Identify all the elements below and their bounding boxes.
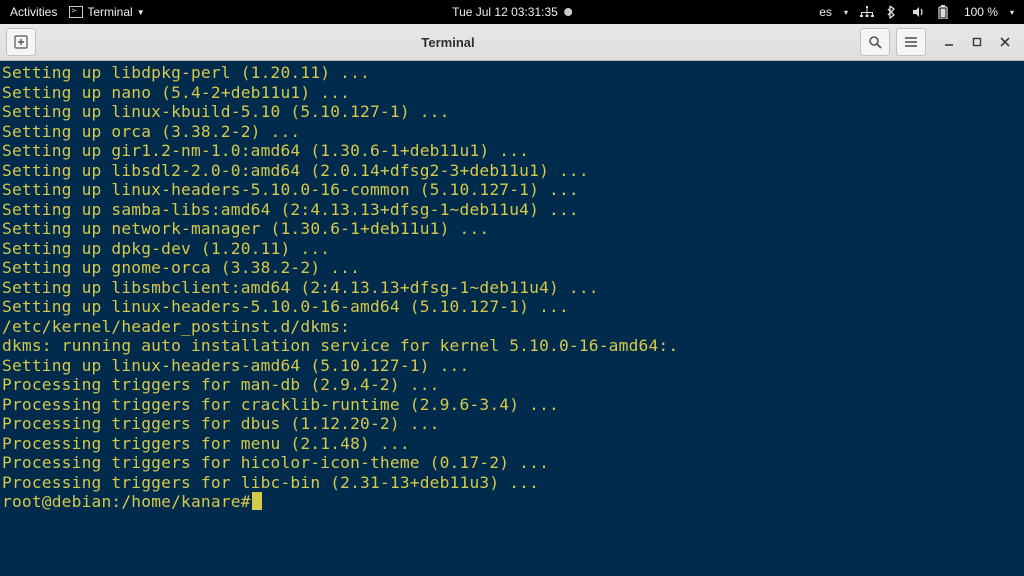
terminal-line: Processing triggers for hicolor-icon-the… bbox=[2, 453, 1022, 473]
window-title: Terminal bbox=[42, 35, 854, 50]
clock[interactable]: Tue Jul 12 03:31:35 bbox=[452, 5, 572, 19]
terminal-line: Setting up gir1.2-nm-1.0:amd64 (1.30.6-1… bbox=[2, 141, 1022, 161]
terminal-line: Setting up linux-kbuild-5.10 (5.10.127-1… bbox=[2, 102, 1022, 122]
terminal-line: Processing triggers for dbus (1.12.20-2)… bbox=[2, 414, 1022, 434]
cursor bbox=[252, 492, 262, 510]
new-tab-button[interactable] bbox=[6, 28, 36, 56]
prompt-symbol: # bbox=[241, 492, 251, 511]
terminal-line: Processing triggers for cracklib-runtime… bbox=[2, 395, 1022, 415]
app-menu[interactable]: Terminal ▼ bbox=[69, 5, 144, 19]
battery-icon bbox=[938, 5, 952, 19]
terminal-line: Setting up libsmbclient:amd64 (2:4.13.13… bbox=[2, 278, 1022, 298]
terminal-line: Setting up libdpkg-perl (1.20.11) ... bbox=[2, 63, 1022, 83]
input-language-indicator[interactable]: es bbox=[819, 5, 832, 19]
system-tray[interactable]: es ▾ 100 % ▾ bbox=[819, 5, 1014, 19]
search-button[interactable] bbox=[860, 28, 890, 56]
window-titlebar: Terminal bbox=[0, 24, 1024, 61]
terminal-output: Setting up libdpkg-perl (1.20.11) ...Set… bbox=[2, 63, 1022, 492]
prompt-line: root@debian:/home/kanare# bbox=[2, 492, 1022, 512]
prompt-user-host: root@debian bbox=[2, 492, 111, 511]
close-button[interactable] bbox=[992, 28, 1018, 56]
clock-text: Tue Jul 12 03:31:35 bbox=[452, 5, 558, 19]
terminal-line: Setting up nano (5.4-2+deb11u1) ... bbox=[2, 83, 1022, 103]
prompt-path: /home/kanare bbox=[121, 492, 240, 511]
terminal-line: Setting up dpkg-dev (1.20.11) ... bbox=[2, 239, 1022, 259]
notification-dot-icon bbox=[564, 8, 572, 16]
terminal-line: /etc/kernel/header_postinst.d/dkms: bbox=[2, 317, 1022, 337]
terminal-line: Setting up linux-headers-amd64 (5.10.127… bbox=[2, 356, 1022, 376]
chevron-down-icon: ▾ bbox=[1010, 8, 1014, 17]
terminal-line: Setting up linux-headers-5.10.0-16-commo… bbox=[2, 180, 1022, 200]
terminal-app-icon bbox=[69, 6, 83, 18]
terminal-line: Processing triggers for menu (2.1.48) ..… bbox=[2, 434, 1022, 454]
terminal-line: Setting up linux-headers-5.10.0-16-amd64… bbox=[2, 297, 1022, 317]
terminal-line: Setting up gnome-orca (3.38.2-2) ... bbox=[2, 258, 1022, 278]
maximize-button[interactable] bbox=[964, 28, 990, 56]
chevron-down-icon: ▾ bbox=[844, 8, 848, 17]
volume-icon bbox=[912, 6, 926, 18]
terminal-line: Setting up libsdl2-2.0-0:amd64 (2.0.14+d… bbox=[2, 161, 1022, 181]
terminal-line: Setting up network-manager (1.30.6-1+deb… bbox=[2, 219, 1022, 239]
terminal-viewport[interactable]: Setting up libdpkg-perl (1.20.11) ...Set… bbox=[0, 61, 1024, 576]
hamburger-menu-button[interactable] bbox=[896, 28, 926, 56]
activities-button[interactable]: Activities bbox=[10, 5, 57, 19]
terminal-line: Setting up orca (3.38.2-2) ... bbox=[2, 122, 1022, 142]
terminal-line: Processing triggers for libc-bin (2.31-1… bbox=[2, 473, 1022, 493]
battery-percent-label: 100 % bbox=[964, 5, 998, 19]
app-menu-label: Terminal bbox=[87, 5, 132, 19]
terminal-line: Processing triggers for man-db (2.9.4-2)… bbox=[2, 375, 1022, 395]
terminal-line: Setting up samba-libs:amd64 (2:4.13.13+d… bbox=[2, 200, 1022, 220]
gnome-top-panel: Activities Terminal ▼ Tue Jul 12 03:31:3… bbox=[0, 0, 1024, 24]
network-icon bbox=[860, 6, 874, 18]
terminal-line: dkms: running auto installation service … bbox=[2, 336, 1022, 356]
chevron-down-icon: ▼ bbox=[137, 8, 145, 17]
minimize-button[interactable] bbox=[936, 28, 962, 56]
bluetooth-icon bbox=[886, 5, 900, 19]
